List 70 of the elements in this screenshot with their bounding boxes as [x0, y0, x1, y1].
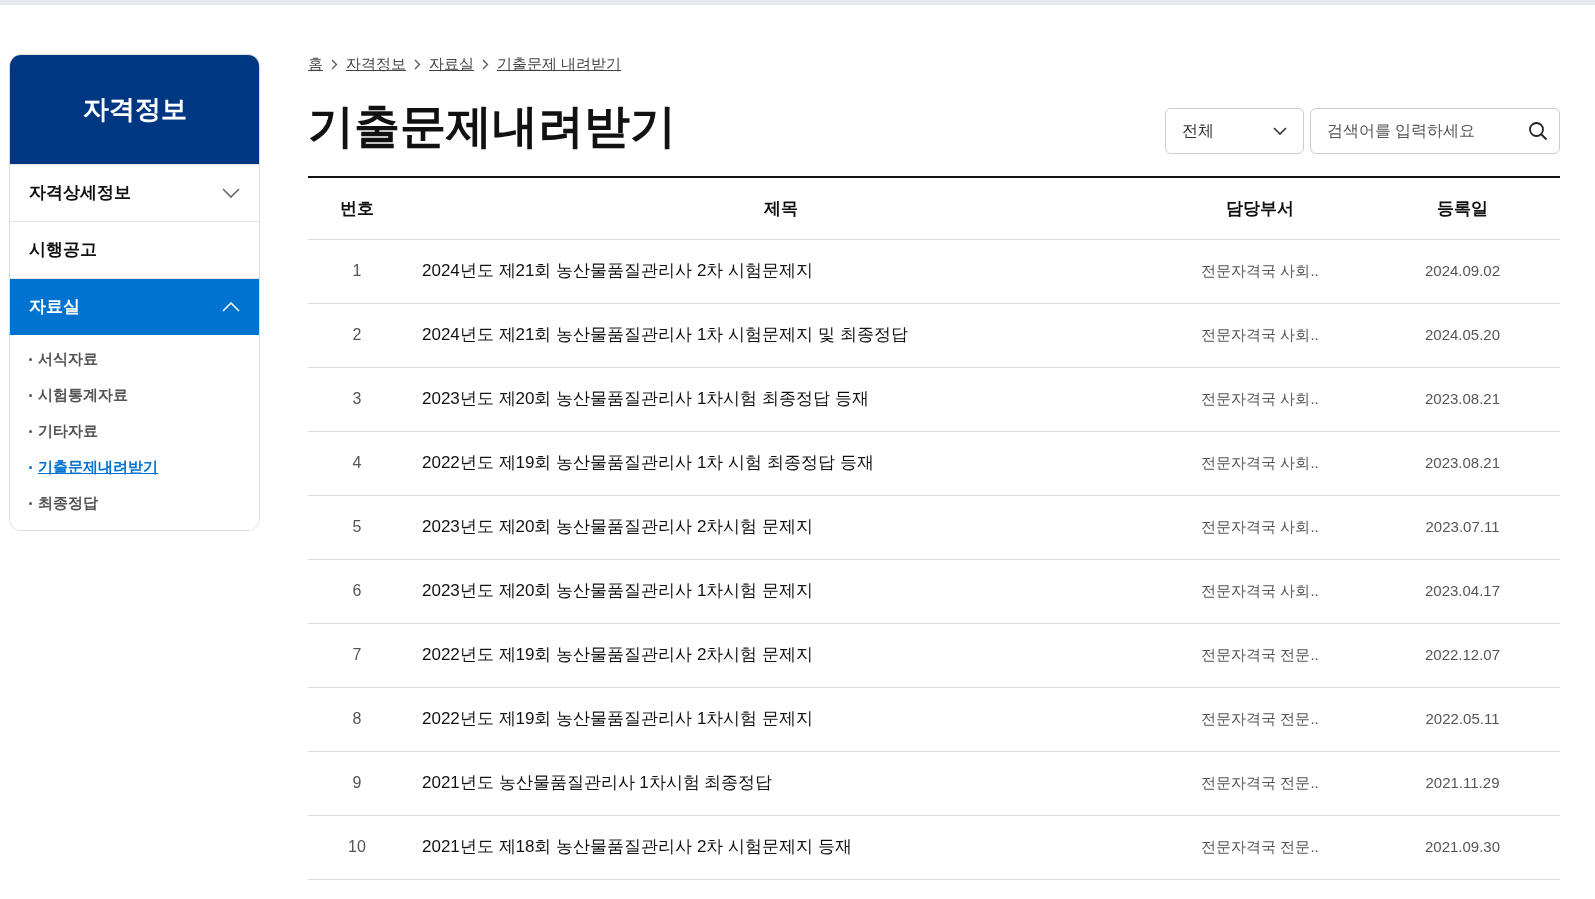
column-header: 담당부서	[1155, 177, 1365, 239]
breadcrumb-link[interactable]: 자료실	[429, 53, 474, 76]
table-cell: 6	[308, 559, 406, 623]
table-cell: 2022.05.11	[1365, 687, 1560, 751]
table-cell: 7	[308, 623, 406, 687]
table-cell: 2023.04.17	[1365, 559, 1560, 623]
post-title-link[interactable]: 2023년도 제20회 농산물품질관리사 1차시험 최종정답 등재	[406, 367, 1155, 431]
table-cell: 10	[308, 815, 406, 879]
submenu-item[interactable]: 시험통계자료	[38, 384, 128, 407]
table-cell: 4	[308, 431, 406, 495]
submenu-item[interactable]: 기타자료	[38, 420, 98, 443]
post-title-link[interactable]: 2022년도 제19회 농산물품질관리사 2차시험 문제지	[406, 623, 1155, 687]
table-cell: 전문자격국 사회..	[1155, 495, 1365, 559]
search-icon[interactable]	[1528, 121, 1548, 141]
post-title-link[interactable]: 2021년도 농산물품질관리사 1차시험 최종정답	[406, 751, 1155, 815]
table-cell: 2024.05.20	[1365, 303, 1560, 367]
table-cell: 3	[308, 367, 406, 431]
post-title-link[interactable]: 2022년도 제19회 농산물품질관리사 1차 시험 최종정답 등재	[406, 431, 1155, 495]
bullet-icon	[29, 466, 32, 469]
table-cell: 전문자격국 사회..	[1155, 239, 1365, 303]
table-cell: 2023.08.21	[1365, 431, 1560, 495]
table-cell: 9	[308, 751, 406, 815]
post-title-link[interactable]: 2023년도 제20회 농산물품질관리사 2차시험 문제지	[406, 495, 1155, 559]
table-cell: 전문자격국 사회..	[1155, 431, 1365, 495]
table-cell: 전문자격국 사회..	[1155, 367, 1365, 431]
breadcrumb-link[interactable]: 홈	[308, 53, 323, 76]
table-cell: 2022.12.07	[1365, 623, 1560, 687]
breadcrumb-link[interactable]: 기출문제 내려받기	[497, 53, 622, 76]
table-cell: 2023.08.21	[1365, 367, 1560, 431]
column-header: 제목	[406, 177, 1155, 239]
table-cell: 전문자격국 전문..	[1155, 815, 1365, 879]
chevron-right-icon	[414, 59, 421, 70]
category-dropdown[interactable]: 전체	[1165, 108, 1304, 154]
table-cell: 전문자격국 사회..	[1155, 559, 1365, 623]
sidebar-item[interactable]: 자료실	[10, 278, 259, 335]
chevron-right-icon	[482, 59, 489, 70]
table-cell: 전문자격국 사회..	[1155, 303, 1365, 367]
submenu-item[interactable]: 최종정답	[38, 492, 98, 515]
table-cell: 전문자격국 전문..	[1155, 687, 1365, 751]
search-field[interactable]: 검색어를 입력하세요	[1310, 108, 1560, 154]
table-cell: 2	[308, 303, 406, 367]
chevron-down-icon	[1273, 127, 1287, 135]
table-cell: 2024.09.02	[1365, 239, 1560, 303]
column-header: 번호	[308, 177, 406, 239]
bullet-icon	[29, 394, 32, 397]
submenu-item[interactable]: 서식자료	[38, 348, 98, 371]
chevron-up-icon	[222, 302, 240, 312]
table-cell: 2021.11.29	[1365, 751, 1560, 815]
column-header: 등록일	[1365, 177, 1560, 239]
chevron-down-icon	[222, 188, 240, 198]
bullet-icon	[29, 358, 32, 361]
post-title-link[interactable]: 2024년도 제21회 농산물품질관리사 2차 시험문제지	[406, 239, 1155, 303]
table-cell: 8	[308, 687, 406, 751]
table-cell: 1	[308, 239, 406, 303]
table-cell: 5	[308, 495, 406, 559]
post-title-link[interactable]: 2024년도 제21회 농산물품질관리사 1차 시험문제지 및 최종정답	[406, 303, 1155, 367]
breadcrumb-link[interactable]: 자격정보	[346, 53, 406, 76]
page-title: 기출문제내려받기	[308, 103, 676, 149]
submenu-item[interactable]: 기출문제내려받기	[38, 456, 158, 479]
table-cell: 2023.07.11	[1365, 495, 1560, 559]
sidebar-title: 자격정보	[10, 55, 259, 164]
table-cell: 전문자격국 전문..	[1155, 623, 1365, 687]
bullet-icon	[29, 430, 32, 433]
post-title-link[interactable]: 2022년도 제19회 농산물품질관리사 1차시험 문제지	[406, 687, 1155, 751]
bullet-icon	[29, 502, 32, 505]
table-cell: 전문자격국 전문..	[1155, 751, 1365, 815]
post-title-link[interactable]: 2023년도 제20회 농산물품질관리사 1차시험 문제지	[406, 559, 1155, 623]
chevron-right-icon	[331, 59, 338, 70]
table-cell: 2021.09.30	[1365, 815, 1560, 879]
post-title-link[interactable]: 2021년도 제18회 농산물품질관리사 2차 시험문제지 등재	[406, 815, 1155, 879]
